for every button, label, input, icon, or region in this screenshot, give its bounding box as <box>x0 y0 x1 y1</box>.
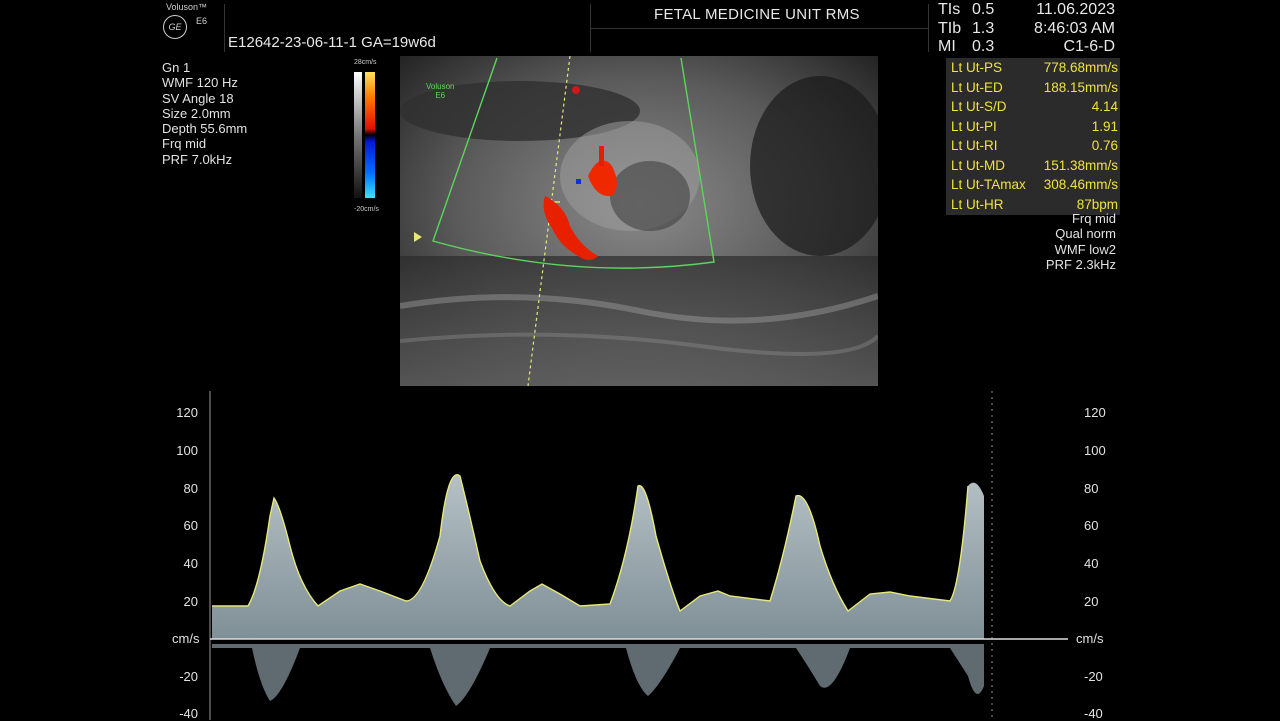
velocity-unit-left: cm/s <box>172 631 200 646</box>
doppler-wmf: WMF low2 <box>1054 241 1116 257</box>
color-bar-min: -20cm/s <box>354 206 379 213</box>
spectrum-reverse <box>212 644 984 706</box>
scale-tick-right: 80 <box>1084 481 1099 496</box>
time: 8:46:03 AM <box>1034 19 1115 37</box>
scale-tick-right: 40 <box>1084 556 1099 571</box>
param-size: Size 2.0mm <box>162 105 231 121</box>
param-depth: Depth 55.6mm <box>162 121 248 137</box>
unit-name: FETAL MEDICINE UNIT RMS <box>654 6 860 23</box>
measurement-row: Lt Ut-PS 778.68mm/s <box>951 60 1118 75</box>
brand-label: Voluson™ <box>166 2 208 12</box>
scale-tick-left: 100 <box>176 443 198 458</box>
scale-tick-left: 120 <box>176 405 198 420</box>
doppler-params: Frq mid Qual norm WMF low2 PRF 2.3kHz <box>1046 211 1116 272</box>
spectral-doppler <box>209 391 1068 720</box>
safety-indices: TIs 0.5 TIb 1.3 MI 0.3 <box>938 1 994 57</box>
header-divider <box>928 4 929 52</box>
measurement-row: Lt Ut-RI 0.76 <box>951 138 1118 153</box>
param-sv-angle: SV Angle 18 <box>162 90 234 106</box>
tis-index: TIs 0.5 <box>938 1 995 18</box>
measurement-row: Lt Ut-MD 151.38mm/s <box>951 157 1118 173</box>
measurement-row: Lt Ut-ED 188.15mm/s <box>951 79 1118 95</box>
header-divider <box>224 4 225 52</box>
scale-tick-left: 40 <box>183 556 198 571</box>
header-divider <box>590 28 928 29</box>
scale-tick-right: 60 <box>1084 518 1099 533</box>
envelope-trace <box>212 474 969 613</box>
param-frq: Frq mid <box>162 136 207 152</box>
model-label: E6 <box>196 16 208 26</box>
doppler-prf: PRF 2.3kHz <box>1045 256 1116 272</box>
scale-tick-left: 60 <box>183 518 198 533</box>
scale-tick-right: 100 <box>1084 443 1106 458</box>
scale-tick-right: 20 <box>1084 594 1099 609</box>
ge-logo: GE <box>163 15 187 39</box>
doppler-qual: Qual norm <box>1055 226 1116 242</box>
color-velocity-bar <box>365 72 375 198</box>
param-gain: Gn 1 <box>162 60 191 75</box>
scale-tick-left: -40 <box>179 706 198 721</box>
spectrum-forward <box>212 474 984 639</box>
measurement-panel: Lt Ut-PS 778.68mm/s Lt Ut-ED 188.15mm/s Lt… <box>946 58 1120 215</box>
color-bar-max: 28cm/s <box>354 59 377 66</box>
scale-tick-left: -20 <box>179 669 198 684</box>
doppler-frq: Frq mid <box>1071 211 1116 226</box>
scale-tick-right: -20 <box>1084 669 1103 684</box>
patient-id: E12642-23-06-11-1 GA=19w6d <box>228 34 436 51</box>
date-time: 11.06.2023 8:46:03 AM C1-6-D <box>1034 1 1115 57</box>
image-logo: Voluson E6 <box>426 82 455 100</box>
mi-index: MI 0.3 <box>938 38 995 55</box>
velocity-unit-right: cm/s <box>1076 631 1104 646</box>
scale-tick-left: 20 <box>183 594 198 609</box>
scale-tick-right: -40 <box>1084 706 1103 721</box>
imaging-params: Gn 1 WMF 120 Hz SV Angle 18 Size 2.0mm D… <box>162 60 247 167</box>
probe: C1-6-D <box>1063 38 1115 55</box>
bmode-image <box>400 56 878 386</box>
tib-index: TIb 1.3 <box>938 19 995 37</box>
scale-tick-left: 80 <box>183 481 198 496</box>
measurement-row: Lt Ut-TAmax 308.46mm/s <box>951 177 1118 192</box>
param-prf: PRF 7.0kHz <box>162 151 233 167</box>
grayscale-bar <box>354 72 362 198</box>
scale-tick-right: 120 <box>1084 405 1106 420</box>
measurement-row: Lt Ut-S/D 4.14 <box>951 99 1118 114</box>
param-wmf: WMF 120 Hz <box>162 75 238 91</box>
date: 11.06.2023 <box>1036 1 1115 18</box>
measurement-row: Lt Ut-PI 1.91 <box>951 118 1118 134</box>
